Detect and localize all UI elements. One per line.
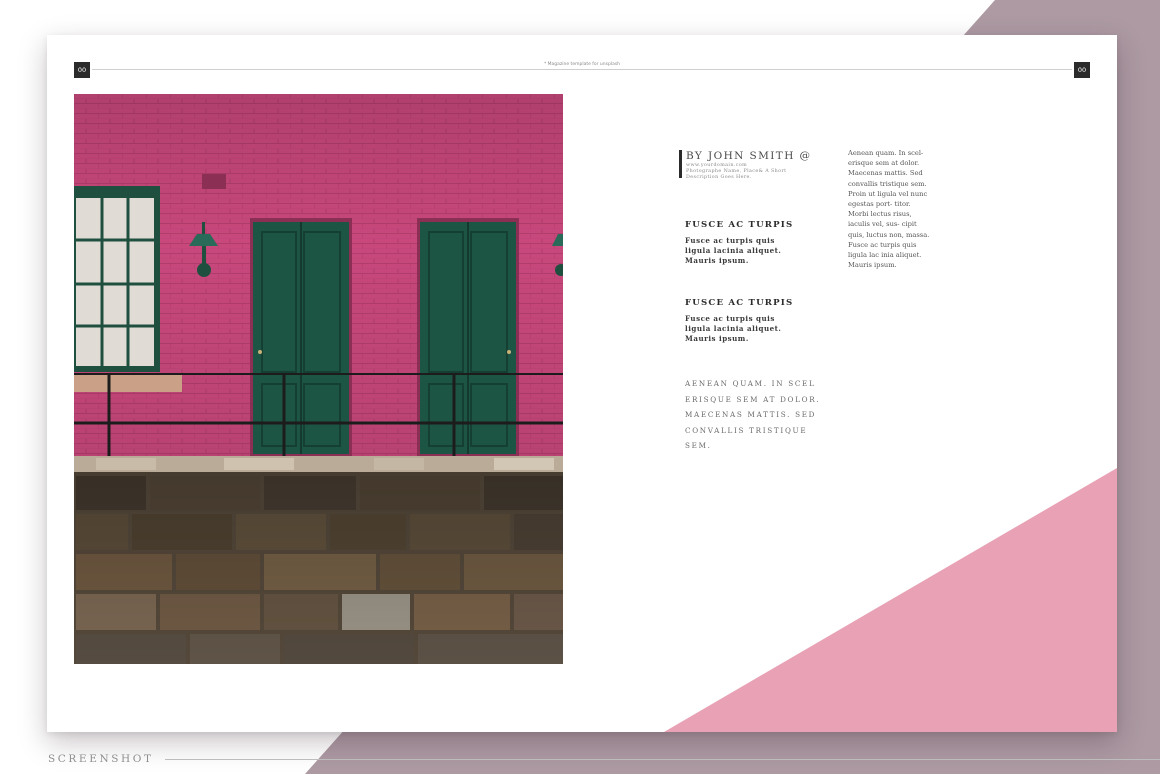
caps-paragraph: Aenean quam. In scel erisque sem at dolo…	[685, 379, 821, 450]
section-body-1: Fusce ac turpis quis ligula lacinia aliq…	[685, 236, 782, 265]
byline-author: BY JOHN SMITH @	[686, 150, 812, 162]
byline-bar	[679, 150, 682, 178]
door-left	[250, 218, 352, 456]
stone-coping	[74, 456, 563, 472]
wall-vent	[202, 174, 226, 189]
door-right	[417, 218, 519, 456]
stone-wall	[74, 472, 563, 664]
section-body-2: Fusce ac turpis quis ligula lacinia aliq…	[685, 314, 782, 343]
section-heading-1: FUSCE AC TURPIS	[685, 220, 794, 230]
photo	[74, 94, 563, 664]
pink-wedge-shape	[664, 468, 1117, 732]
side-column-text: Aenean quam. In scel- erisque sem at dol…	[848, 149, 930, 270]
section-heading-2: FUSCE AC TURPIS	[685, 298, 794, 308]
header-rule	[92, 69, 1072, 70]
page-number-right: 00	[1074, 62, 1090, 78]
byline-website: www.yourdomain.com	[686, 163, 748, 168]
photo-illustration	[74, 94, 563, 664]
magazine-page: 00 * Magazine template for unsplash 00 B…	[47, 35, 1117, 732]
footer-label: SCREENSHOT	[48, 753, 154, 765]
header-note: * Magazine template for unsplash	[543, 62, 621, 67]
byline-caption: Photographe Name, Place& A Short Descrip…	[686, 169, 787, 180]
footer-rule	[165, 759, 1160, 760]
